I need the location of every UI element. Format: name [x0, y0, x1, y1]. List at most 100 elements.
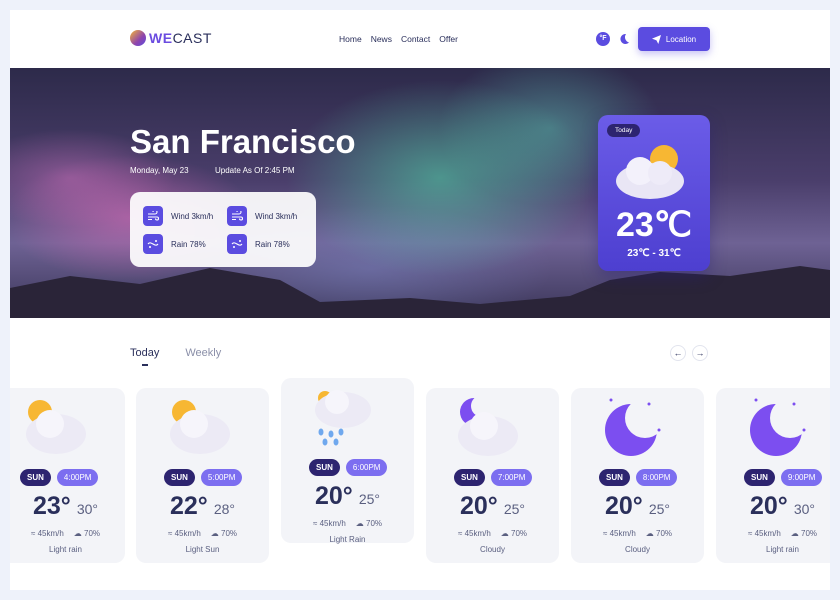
tab-weekly[interactable]: Weekly — [185, 347, 221, 359]
today-badge: Today — [607, 124, 641, 137]
time-badge: 5:00PM — [200, 469, 243, 486]
city-name: San Francisco — [130, 123, 356, 160]
rain-cloud-icon — [315, 390, 371, 446]
forecast-card[interactable]: SUN 6:00PM 20° 25° ≈ 45km/h ☁ 70% Light Rai… — [281, 378, 414, 544]
time-badges: SUN 5:00PM — [164, 469, 243, 486]
rain-value: ☁ 70% — [210, 529, 238, 538]
temp-high: 20° — [460, 492, 498, 520]
time-badge: 7:00PM — [490, 469, 533, 486]
day-badge: SUN — [20, 469, 51, 486]
condition-label: Cloudy — [480, 545, 505, 554]
moon-icon — [605, 398, 665, 456]
sun-cloud-icon — [26, 400, 86, 454]
app-frame: WECAST Home News Contact Offer °F Locati… — [10, 10, 830, 600]
time-badges: SUN 9:00PM — [744, 469, 823, 486]
day-badge: SUN — [454, 469, 485, 486]
today-temp-range: 23℃ - 31℃ — [627, 248, 681, 259]
stat-label: Rain 78% — [255, 239, 290, 249]
card-meta: ≈ 45km/h ☁ 70% — [426, 529, 559, 538]
forecast-card[interactable]: SUN 9:00PM 20° 30° ≈ 45km/h ☁ 70% Light rai… — [716, 388, 830, 563]
tab-today[interactable]: Today — [130, 347, 159, 366]
header: WECAST Home News Contact Offer °F Locati… — [10, 10, 830, 68]
stat-wind: Wind 3km/h — [227, 206, 297, 226]
stat-label: Wind 3km/h — [255, 211, 298, 221]
logo-cast: CAST — [172, 30, 212, 46]
wind-value: ≈ 45km/h — [747, 529, 781, 538]
sun-cloud-icon — [616, 145, 684, 199]
condition-label: Light Sun — [185, 545, 220, 554]
temperature-pair: 20° 30° — [716, 492, 830, 521]
forecast-tabs: Today Weekly — [130, 347, 221, 366]
stat-label: Wind 3km/h — [171, 211, 214, 221]
prev-arrow-button[interactable]: ← — [670, 345, 686, 361]
day-badge: SUN — [164, 469, 195, 486]
rain-value: ☁ 70% — [500, 529, 528, 538]
dark-mode-moon-icon[interactable] — [617, 32, 631, 46]
card-meta: ≈ 45km/h ☁ 70% — [136, 529, 269, 538]
forecast-card[interactable]: SUN 8:00PM 20° 25° ≈ 45km/h ☁ 70% Cloudy — [571, 388, 704, 563]
temp-low: 25° — [358, 491, 380, 507]
wind-value: ≈ 45km/h — [30, 529, 64, 538]
weather-stats-panel: Wind 3km/h Wind 3km/h Rain 78% Rain 78% — [130, 192, 316, 267]
logo-mark-icon — [130, 30, 146, 46]
logo-we: WE — [149, 30, 173, 46]
time-badge: 8:00PM — [635, 469, 678, 486]
temperature-pair: 23° 30° — [10, 492, 132, 521]
card-meta: ≈ 45km/h ☁ 70% — [716, 529, 830, 538]
logo[interactable]: WECAST — [130, 30, 212, 46]
temp-high: 20° — [605, 492, 643, 520]
bottom-divider — [10, 590, 830, 600]
time-badges: SUN 7:00PM — [454, 469, 533, 486]
wind-value: ≈ 45km/h — [457, 529, 491, 538]
card-meta: ≈ 45km/h ☁ 70% — [571, 529, 704, 538]
logo-text: WECAST — [149, 30, 212, 46]
forecast-card[interactable]: SUN 7:00PM 20° 25° ≈ 45km/h ☁ 70% Cloudy — [426, 388, 559, 563]
temp-low: 25° — [648, 501, 670, 517]
unit-toggle-button[interactable]: °F — [596, 32, 610, 46]
rain-icon — [227, 234, 247, 254]
send-icon — [651, 34, 661, 44]
card-meta: ≈ 45km/h ☁ 70% — [281, 519, 414, 528]
day-badge: SUN — [309, 459, 340, 476]
hero-banner: San Francisco Monday, May 23 Update As O… — [10, 68, 830, 318]
stat-label: Rain 78% — [171, 239, 206, 249]
wind-value: ≈ 45km/h — [602, 529, 636, 538]
main-nav: Home News Contact Offer — [339, 34, 458, 44]
temp-high: 22° — [170, 492, 208, 520]
card-meta: ≈ 45km/h ☁ 70% — [10, 529, 132, 538]
nav-offer[interactable]: Offer — [439, 34, 458, 44]
condition-label: Light rain — [49, 545, 82, 554]
sun-cloud-icon — [170, 400, 230, 454]
current-date: Monday, May 23 — [130, 166, 189, 175]
next-arrow-button[interactable]: → — [692, 345, 708, 361]
stat-wind: Wind 3km/h — [143, 206, 213, 226]
stat-rain: Rain 78% — [227, 234, 290, 254]
rain-value: ☁ 70% — [73, 529, 101, 538]
condition-label: Light rain — [766, 545, 799, 554]
temp-high: 20° — [315, 482, 353, 510]
wind-value: ≈ 45km/h — [312, 519, 346, 528]
rain-icon — [143, 234, 163, 254]
time-badges: SUN 8:00PM — [599, 469, 678, 486]
forecast-card[interactable]: SUN 5:00PM 22° 28° ≈ 45km/h ☁ 70% Light Sun — [136, 388, 269, 563]
condition-label: Light Rain — [329, 535, 366, 544]
location-button[interactable]: Location — [638, 27, 710, 51]
temperature-pair: 20° 25° — [571, 492, 704, 521]
today-weather-card: Today 23℃ 23℃ - 31℃ — [598, 115, 710, 271]
nav-home[interactable]: Home — [339, 34, 362, 44]
wind-icon — [143, 206, 163, 226]
today-temperature: 23℃ — [615, 206, 692, 244]
wind-value: ≈ 45km/h — [167, 529, 201, 538]
condition-label: Cloudy — [625, 545, 650, 554]
forecast-card[interactable]: SUN 4:00PM 23° 30° ≈ 45km/h ☁ 70% Light rai… — [10, 388, 125, 563]
temp-high: 23° — [33, 492, 71, 520]
update-time: Update As Of 2:45 PM — [215, 166, 295, 175]
day-badge: SUN — [744, 469, 775, 486]
temp-low: 25° — [503, 501, 525, 517]
nav-news[interactable]: News — [371, 34, 392, 44]
nav-contact[interactable]: Contact — [401, 34, 430, 44]
temperature-pair: 20° 25° — [281, 482, 414, 511]
temperature-pair: 22° 28° — [136, 492, 269, 521]
temp-high: 20° — [750, 492, 788, 520]
stat-rain: Rain 78% — [143, 234, 206, 254]
